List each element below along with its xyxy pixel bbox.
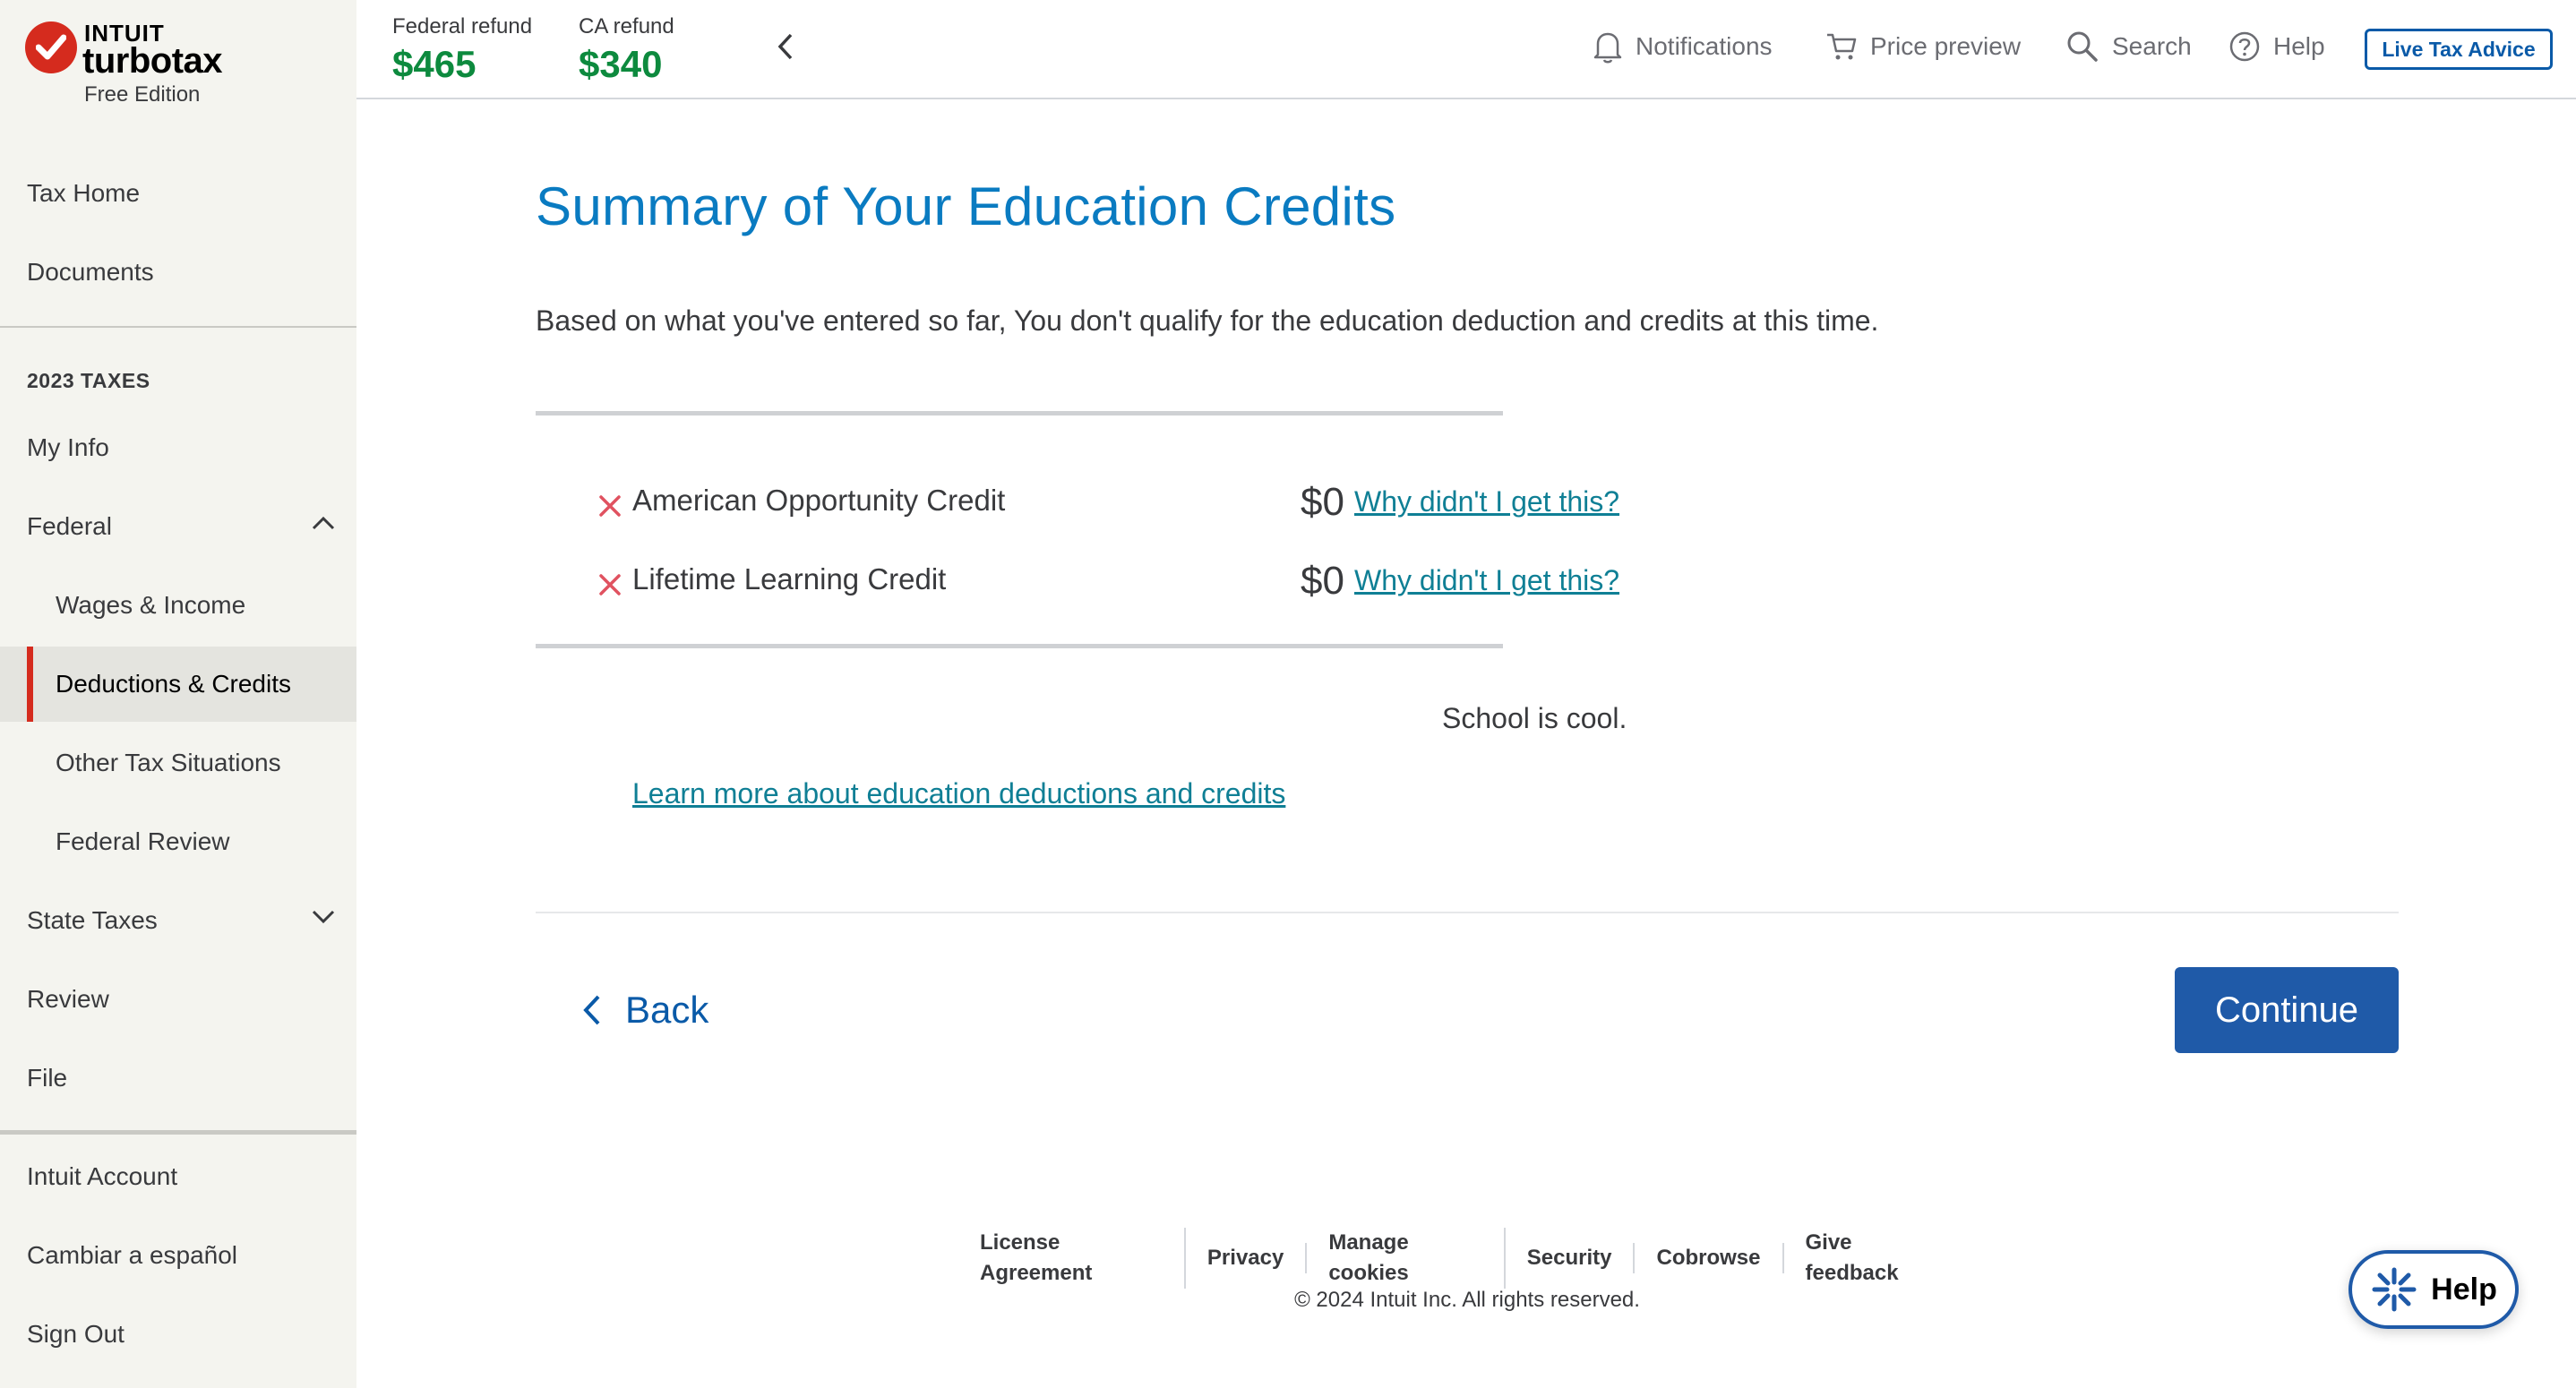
sidebar-item-file[interactable]: File bbox=[0, 1041, 356, 1116]
sidebar-item-my-info[interactable]: My Info bbox=[0, 410, 356, 485]
sidebar-item-label: Tax Home bbox=[27, 179, 141, 207]
divider bbox=[536, 912, 2399, 913]
footer-link-security[interactable]: Security bbox=[1506, 1243, 1636, 1273]
credit-name: Lifetime Learning Credit bbox=[632, 562, 947, 595]
footer-link-license[interactable]: License Agreement bbox=[958, 1228, 1186, 1289]
sidebar-item-sign-out[interactable]: Sign Out bbox=[0, 1297, 356, 1372]
sidebar-item-tax-home[interactable]: Tax Home bbox=[0, 156, 356, 231]
help-chat-label: Help bbox=[2431, 1272, 2497, 1307]
sidebar-item-label: Documents bbox=[27, 258, 154, 286]
sidebar-item-label: Other Tax Situations bbox=[56, 749, 281, 776]
page-title: Summary of Your Education Credits bbox=[536, 176, 1396, 236]
sidebar-item-label: State Taxes bbox=[27, 906, 158, 934]
sidebar-item-federal-review[interactable]: Federal Review bbox=[0, 804, 356, 879]
ca-refund-amount: $340 bbox=[579, 43, 663, 85]
continue-button[interactable]: Continue bbox=[2175, 967, 2399, 1053]
sidebar-item-language[interactable]: Cambiar a español bbox=[0, 1218, 356, 1293]
federal-refund-amount: $465 bbox=[392, 43, 477, 85]
why-not-link[interactable]: Why didn't I get this? bbox=[1354, 564, 1619, 597]
sidebar-item-intuit-account[interactable]: Intuit Account bbox=[0, 1139, 356, 1214]
credit-amount: $0 bbox=[1301, 559, 1344, 603]
footer-link-manage-cookies[interactable]: Manage cookies bbox=[1307, 1228, 1506, 1289]
copyright-text: © 2024 Intuit Inc. All rights reserved. bbox=[1294, 1288, 1640, 1312]
sidebar-item-wages-income[interactable]: Wages & Income bbox=[0, 568, 356, 643]
price-preview-button[interactable]: Price preview bbox=[1825, 29, 2021, 64]
help-label: Help bbox=[2273, 32, 2325, 60]
search-icon bbox=[2067, 31, 2098, 62]
why-not-link[interactable]: Why didn't I get this? bbox=[1354, 485, 1619, 518]
sidebar-item-label: File bbox=[27, 1064, 68, 1092]
turbotax-logo[interactable]: INTUIT turbotax Free Edition bbox=[25, 18, 330, 116]
sparkle-icon bbox=[2372, 1267, 2417, 1312]
chevron-down-icon bbox=[312, 910, 335, 924]
sidebar-item-label: Wages & Income bbox=[56, 591, 246, 619]
sidebar-item-state-taxes[interactable]: State Taxes bbox=[0, 883, 356, 958]
sidebar-item-label: Federal bbox=[27, 512, 112, 540]
sidebar-item-federal[interactable]: Federal bbox=[0, 489, 356, 564]
federal-refund-label: Federal refund bbox=[392, 14, 533, 39]
credit-name: American Opportunity Credit bbox=[632, 484, 1006, 517]
chevron-left-icon bbox=[777, 33, 793, 60]
sidebar-item-other-tax-situations[interactable]: Other Tax Situations bbox=[0, 725, 356, 801]
learn-more-link[interactable]: Learn more about education deductions an… bbox=[632, 777, 1285, 810]
sidebar-item-label: Federal Review bbox=[56, 827, 230, 855]
ca-refund[interactable]: CA refund $340 bbox=[579, 14, 674, 86]
notifications-button[interactable]: Notifications bbox=[1593, 29, 1773, 64]
ca-refund-label: CA refund bbox=[579, 14, 674, 39]
sidebar-item-label: My Info bbox=[27, 433, 109, 461]
sidebar-section-title: 2023 TAXES bbox=[27, 369, 150, 392]
chevron-left-icon bbox=[583, 995, 600, 1025]
checkmark-logo-icon bbox=[25, 21, 77, 73]
divider bbox=[536, 644, 1503, 648]
back-button[interactable]: Back bbox=[580, 983, 708, 1037]
bell-icon bbox=[1593, 32, 1622, 64]
live-tax-advice-button[interactable]: Live Tax Advice bbox=[2365, 29, 2553, 70]
search-button[interactable]: Search bbox=[2065, 29, 2192, 64]
brand-edition: Free Edition bbox=[84, 82, 201, 107]
sidebar: INTUIT turbotax Free Edition Tax Home Do… bbox=[0, 0, 356, 1388]
sidebar-item-deductions-credits[interactable]: Deductions & Credits bbox=[0, 647, 356, 722]
question-circle-icon bbox=[2229, 31, 2260, 62]
sidebar-item-documents[interactable]: Documents bbox=[0, 235, 356, 310]
note-text: School is cool. bbox=[1442, 702, 1627, 734]
intro-text: Based on what you've entered so far, You… bbox=[536, 304, 1879, 337]
price-preview-label: Price preview bbox=[1870, 32, 2022, 60]
footer-links: License Agreement Privacy Manage cookies… bbox=[958, 1228, 1962, 1289]
sidebar-item-label: Cambiar a español bbox=[27, 1241, 238, 1269]
federal-refund[interactable]: Federal refund $465 bbox=[392, 14, 532, 86]
sidebar-divider bbox=[0, 326, 356, 328]
divider bbox=[536, 411, 1503, 416]
notifications-label: Notifications bbox=[1636, 32, 1773, 60]
footer-link-cobrowse[interactable]: Cobrowse bbox=[1635, 1243, 1784, 1273]
chevron-up-icon bbox=[312, 516, 335, 530]
sidebar-item-label: Review bbox=[27, 985, 109, 1013]
x-mark-icon bbox=[599, 495, 621, 517]
sidebar-item-label: Intuit Account bbox=[27, 1162, 178, 1190]
brand-product: turbotax bbox=[82, 41, 223, 81]
sidebar-divider bbox=[0, 1130, 356, 1135]
footer-link-privacy[interactable]: Privacy bbox=[1186, 1243, 1308, 1273]
back-label: Back bbox=[625, 989, 709, 1031]
x-mark-icon bbox=[599, 574, 621, 595]
top-header: Federal refund $465 CA refund $340 Notif… bbox=[356, 0, 2576, 99]
sidebar-item-label: Sign Out bbox=[27, 1320, 125, 1348]
footer-link-give-feedback[interactable]: Give feedback bbox=[1784, 1228, 1962, 1289]
help-chat-button[interactable]: Help bbox=[2348, 1250, 2519, 1329]
help-button[interactable]: Help bbox=[2228, 29, 2325, 64]
cart-icon bbox=[1827, 33, 1857, 60]
collapse-refund-button[interactable] bbox=[769, 29, 804, 64]
credit-row-lifetime-learning: Lifetime Learning Credit $0 Why didn't I… bbox=[598, 559, 1709, 604]
sidebar-item-label: Deductions & Credits bbox=[56, 670, 292, 698]
search-label: Search bbox=[2112, 32, 2192, 60]
credit-amount: $0 bbox=[1301, 480, 1344, 524]
credit-row-american-opportunity: American Opportunity Credit $0 Why didn'… bbox=[598, 480, 1709, 525]
sidebar-item-review[interactable]: Review bbox=[0, 962, 356, 1037]
